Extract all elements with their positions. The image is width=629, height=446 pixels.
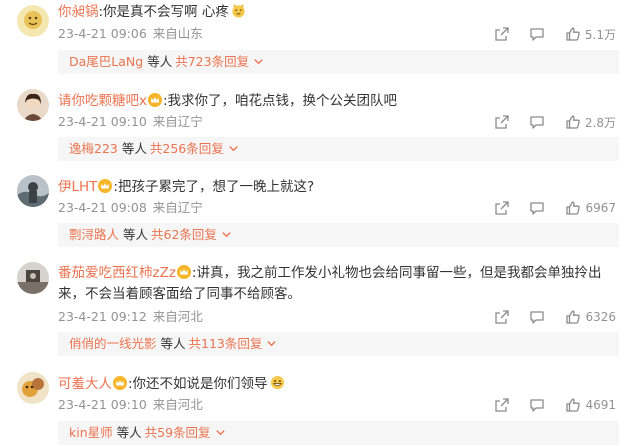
thumbs-up-icon[interactable] xyxy=(565,114,581,130)
comment-meta: 23-4-21 09:12 来自河北 xyxy=(58,308,203,326)
comment-icon[interactable] xyxy=(529,200,545,216)
crown-badge-icon xyxy=(176,265,191,279)
comment-meta: 23-4-21 09:08 来自辽宁 xyxy=(58,199,203,217)
reply-username[interactable]: kin星师 xyxy=(69,425,113,440)
comment-icon[interactable] xyxy=(529,397,545,413)
comment-meta: 23-4-21 09:10 来自河北 xyxy=(58,396,203,414)
thumbs-up-icon[interactable] xyxy=(565,397,581,413)
comment-icon[interactable] xyxy=(529,26,545,42)
comment-location: 来自河北 xyxy=(152,309,203,324)
reply-summary[interactable]: 剽浔路人 等人 共62条回复 xyxy=(58,223,619,247)
like-count: 5.1万 xyxy=(584,27,616,42)
reply-separator: 等人 xyxy=(116,425,142,440)
comment-location: 来自山东 xyxy=(152,26,203,41)
reply-username[interactable]: Da尾巴LaNg xyxy=(69,54,143,69)
comment-location: 来自河北 xyxy=(152,397,203,412)
avatar[interactable] xyxy=(17,89,49,121)
like-count: 2.8万 xyxy=(584,115,616,130)
comment-text-line: 番茄爱吃西红柿zZz:讲真，我之前工作发小礼物也会给同事留一些，但是我都会单独拎… xyxy=(58,263,607,305)
reply-count[interactable]: 共256条回复 xyxy=(150,141,224,156)
chevron-down-icon[interactable] xyxy=(215,427,226,438)
comment-actions: 2.8万 xyxy=(494,113,616,131)
comment-username[interactable]: 番茄爱吃西红柿zZz xyxy=(58,265,176,281)
reply-count[interactable]: 共62条回复 xyxy=(151,227,217,242)
comment-actions: 5.1万 xyxy=(494,25,616,43)
reply-summary[interactable]: Da尾巴LaNg 等人 共723条回复 xyxy=(58,50,619,74)
crown-badge-icon xyxy=(98,179,113,193)
smiling-cat-emoji-icon xyxy=(231,3,246,18)
like-count: 6967 xyxy=(585,201,616,215)
reply-username[interactable]: 逸梅223 xyxy=(69,141,118,156)
forward-icon[interactable] xyxy=(494,309,510,325)
reply-count[interactable]: 共59条回复 xyxy=(145,425,211,440)
comment-actions: 4691 xyxy=(494,396,616,414)
grin-emoji-icon xyxy=(270,375,285,390)
comment-text-line: 请你吃颗糖吧x :我求你了，咱花点钱，换个公关团队吧 xyxy=(58,90,619,112)
comment-icon[interactable] xyxy=(529,309,545,325)
forward-icon[interactable] xyxy=(494,26,510,42)
chevron-down-icon[interactable] xyxy=(221,229,232,240)
comment-location: 来自辽宁 xyxy=(152,200,203,215)
avatar[interactable] xyxy=(17,175,49,207)
comment-text-line: 你昶锅:你是真不会写啊 心疼 xyxy=(58,1,619,23)
comment-text: :你是真不会写啊 心疼 xyxy=(98,4,229,20)
comment-time: 23-4-21 09:10 xyxy=(58,114,147,129)
chevron-down-icon[interactable] xyxy=(228,143,239,154)
comment-text-line: 可羞大人 :你还不如说是你们领导 xyxy=(58,373,619,395)
comment-time: 23-4-21 09:10 xyxy=(58,397,147,412)
comment-time: 23-4-21 09:06 xyxy=(58,26,147,41)
comment-text: :你还不如说是你们领导 xyxy=(128,376,268,392)
reply-count[interactable]: 共723条回复 xyxy=(175,54,249,69)
comment-username[interactable]: 请你吃颗糖吧x xyxy=(58,93,147,109)
reply-username[interactable]: 剽浔路人 xyxy=(69,227,119,242)
chevron-down-icon[interactable] xyxy=(253,56,264,67)
comment-meta: 23-4-21 09:06 来自山东 xyxy=(58,25,203,43)
reply-separator: 等人 xyxy=(123,227,149,242)
comment-username[interactable]: 你昶锅 xyxy=(58,4,99,20)
comment-location: 来自辽宁 xyxy=(152,114,203,129)
thumbs-up-icon[interactable] xyxy=(565,309,581,325)
comment-actions: 6326 xyxy=(494,308,616,326)
reply-username[interactable]: 俏俏的一线光影 xyxy=(69,336,157,351)
comment-actions: 6967 xyxy=(494,199,616,217)
like-count: 4691 xyxy=(585,398,616,412)
comment-username[interactable]: 伊LHT xyxy=(58,179,97,195)
avatar[interactable] xyxy=(17,372,49,404)
reply-summary[interactable]: kin星师 等人 共59条回复 xyxy=(58,421,619,445)
crown-badge-icon xyxy=(113,376,127,390)
reply-separator: 等人 xyxy=(147,54,173,69)
crown-badge-icon xyxy=(148,93,162,107)
reply-summary[interactable]: 逸梅223 等人 共256条回复 xyxy=(58,137,619,161)
comment-time: 23-4-21 09:12 xyxy=(58,309,147,324)
reply-count[interactable]: 共113条回复 xyxy=(189,336,263,351)
avatar[interactable] xyxy=(17,5,49,37)
chevron-down-icon[interactable] xyxy=(266,338,277,349)
avatar[interactable] xyxy=(17,262,49,294)
forward-icon[interactable] xyxy=(494,114,510,130)
reply-separator: 等人 xyxy=(121,141,147,156)
comment-username[interactable]: 可羞大人 xyxy=(58,376,112,392)
forward-icon[interactable] xyxy=(494,200,510,216)
comment-text: :把孩子累完了，想了一晚上就这? xyxy=(113,179,315,195)
forward-icon[interactable] xyxy=(494,397,510,413)
comment-icon[interactable] xyxy=(529,114,545,130)
thumbs-up-icon[interactable] xyxy=(565,26,581,42)
like-count: 6326 xyxy=(585,310,616,324)
comment-text-line: 伊LHT :把孩子累完了，想了一晚上就这? xyxy=(58,176,619,198)
reply-separator: 等人 xyxy=(160,336,186,351)
thumbs-up-icon[interactable] xyxy=(565,200,581,216)
reply-summary[interactable]: 俏俏的一线光影 等人 共113条回复 xyxy=(58,332,619,356)
comment-meta: 23-4-21 09:10 来自辽宁 xyxy=(58,113,203,131)
comment-time: 23-4-21 09:08 xyxy=(58,200,147,215)
comment-text: :我求你了，咱花点钱，换个公关团队吧 xyxy=(163,93,398,109)
